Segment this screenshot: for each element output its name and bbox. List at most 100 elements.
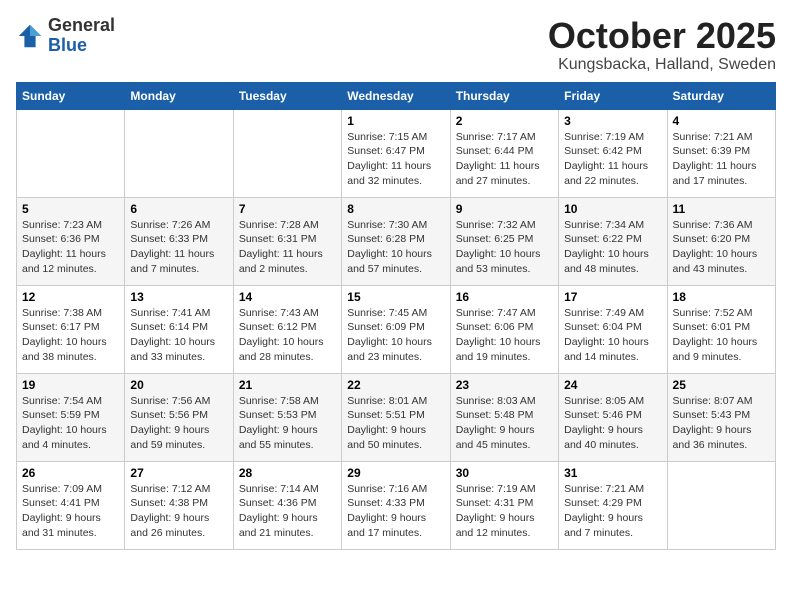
calendar-cell [233,109,341,197]
day-info: Sunrise: 8:07 AMSunset: 5:43 PMDaylight:… [673,394,770,453]
weekday-header-wednesday: Wednesday [342,82,450,109]
calendar-cell [17,109,125,197]
calendar-cell: 14 Sunrise: 7:43 AMSunset: 6:12 PMDayligh… [233,285,341,373]
day-info: Sunrise: 8:01 AMSunset: 5:51 PMDaylight:… [347,394,444,453]
month-title: October 2025 [548,16,776,56]
calendar-cell: 16 Sunrise: 7:47 AMSunset: 6:06 PMDayligh… [450,285,558,373]
day-number: 11 [673,202,770,216]
calendar-cell: 13 Sunrise: 7:41 AMSunset: 6:14 PMDayligh… [125,285,233,373]
day-info: Sunrise: 8:03 AMSunset: 5:48 PMDaylight:… [456,394,553,453]
day-number: 3 [564,114,661,128]
logo: General Blue [16,16,115,56]
day-number: 12 [22,290,119,304]
day-number: 16 [456,290,553,304]
day-info: Sunrise: 7:14 AMSunset: 4:36 PMDaylight:… [239,482,336,541]
day-info: Sunrise: 7:17 AMSunset: 6:44 PMDaylight:… [456,130,553,189]
day-number: 28 [239,466,336,480]
day-info: Sunrise: 7:54 AMSunset: 5:59 PMDaylight:… [22,394,119,453]
calendar-cell: 27Sunrise: 7:12 AMSunset: 4:38 PMDayligh… [125,461,233,549]
day-info: Sunrise: 7:41 AMSunset: 6:14 PMDaylight:… [130,306,227,365]
calendar-cell: 5Sunrise: 7:23 AMSunset: 6:36 PMDaylight… [17,197,125,285]
weekday-header-saturday: Saturday [667,82,775,109]
calendar-cell: 3 Sunrise: 7:19 AMSunset: 6:42 PMDaylight… [559,109,667,197]
day-number: 18 [673,290,770,304]
calendar-cell: 24 Sunrise: 8:05 AMSunset: 5:46 PMDayligh… [559,373,667,461]
weekday-header-monday: Monday [125,82,233,109]
day-number: 4 [673,114,770,128]
day-info: Sunrise: 7:19 AMSunset: 4:31 PMDaylight:… [456,482,553,541]
day-info: Sunrise: 8:05 AMSunset: 5:46 PMDaylight:… [564,394,661,453]
weekday-header-tuesday: Tuesday [233,82,341,109]
day-number: 7 [239,202,336,216]
page-header: General Blue October 2025 Kungsbacka, Ha… [16,16,776,74]
calendar-cell: 28 Sunrise: 7:14 AMSunset: 4:36 PMDayligh… [233,461,341,549]
weekday-header-thursday: Thursday [450,82,558,109]
day-info: Sunrise: 7:47 AMSunset: 6:06 PMDaylight:… [456,306,553,365]
calendar-cell: 31 Sunrise: 7:21 AMSunset: 4:29 PMDayligh… [559,461,667,549]
calendar-cell [125,109,233,197]
day-number: 9 [456,202,553,216]
title-block: October 2025 Kungsbacka, Halland, Sweden [548,16,776,74]
calendar-cell: 26 Sunrise: 7:09 AMSunset: 4:41 PMDayligh… [17,461,125,549]
logo-icon [16,22,44,50]
day-number: 17 [564,290,661,304]
day-info: Sunrise: 7:21 AMSunset: 4:29 PMDaylight:… [564,482,661,541]
weekday-header-sunday: Sunday [17,82,125,109]
day-number: 21 [239,378,336,392]
calendar-cell: 12 Sunrise: 7:38 AMSunset: 6:17 PMDayligh… [17,285,125,373]
calendar-cell: 19 Sunrise: 7:54 AMSunset: 5:59 PMDayligh… [17,373,125,461]
day-number: 31 [564,466,661,480]
day-number: 15 [347,290,444,304]
day-info: Sunrise: 7:56 AMSunset: 5:56 PMDaylight:… [130,394,227,453]
day-number: 14 [239,290,336,304]
day-number: 23 [456,378,553,392]
calendar-table: SundayMondayTuesdayWednesdayThursdayFrid… [16,82,776,550]
calendar-cell: 29Sunrise: 7:16 AMSunset: 4:33 PMDayligh… [342,461,450,549]
calendar-week-row: 5Sunrise: 7:23 AMSunset: 6:36 PMDaylight… [17,197,776,285]
day-info: Sunrise: 7:19 AMSunset: 6:42 PMDaylight:… [564,130,661,189]
calendar-cell: 11Sunrise: 7:36 AMSunset: 6:20 PMDayligh… [667,197,775,285]
day-number: 22 [347,378,444,392]
calendar-cell: 30 Sunrise: 7:19 AMSunset: 4:31 PMDayligh… [450,461,558,549]
calendar-cell: 17 Sunrise: 7:49 AMSunset: 6:04 PMDayligh… [559,285,667,373]
day-number: 13 [130,290,227,304]
day-number: 30 [456,466,553,480]
calendar-week-row: 12 Sunrise: 7:38 AMSunset: 6:17 PMDayligh… [17,285,776,373]
day-info: Sunrise: 7:34 AMSunset: 6:22 PMDaylight:… [564,218,661,277]
calendar-cell: 8Sunrise: 7:30 AMSunset: 6:28 PMDaylight… [342,197,450,285]
calendar-cell: 4 Sunrise: 7:21 AMSunset: 6:39 PMDaylight… [667,109,775,197]
day-number: 26 [22,466,119,480]
calendar-cell: 1 Sunrise: 7:15 AMSunset: 6:47 PMDaylight… [342,109,450,197]
day-info: Sunrise: 7:32 AMSunset: 6:25 PMDaylight:… [456,218,553,277]
day-info: Sunrise: 7:38 AMSunset: 6:17 PMDaylight:… [22,306,119,365]
calendar-cell: 21 Sunrise: 7:58 AMSunset: 5:53 PMDayligh… [233,373,341,461]
day-info: Sunrise: 7:28 AMSunset: 6:31 PMDaylight:… [239,218,336,277]
day-number: 10 [564,202,661,216]
calendar-cell: 18 Sunrise: 7:52 AMSunset: 6:01 PMDayligh… [667,285,775,373]
logo-text: General Blue [48,16,115,56]
day-info: Sunrise: 7:16 AMSunset: 4:33 PMDaylight:… [347,482,444,541]
day-info: Sunrise: 7:45 AMSunset: 6:09 PMDaylight:… [347,306,444,365]
day-info: Sunrise: 7:15 AMSunset: 6:47 PMDaylight:… [347,130,444,189]
day-number: 19 [22,378,119,392]
day-info: Sunrise: 7:21 AMSunset: 6:39 PMDaylight:… [673,130,770,189]
calendar-cell: 15 Sunrise: 7:45 AMSunset: 6:09 PMDayligh… [342,285,450,373]
day-number: 2 [456,114,553,128]
day-number: 24 [564,378,661,392]
calendar-cell: 6Sunrise: 7:26 AMSunset: 6:33 PMDaylight… [125,197,233,285]
calendar-cell: 2 Sunrise: 7:17 AMSunset: 6:44 PMDaylight… [450,109,558,197]
day-info: Sunrise: 7:52 AMSunset: 6:01 PMDaylight:… [673,306,770,365]
calendar-week-row: 1 Sunrise: 7:15 AMSunset: 6:47 PMDaylight… [17,109,776,197]
day-info: Sunrise: 7:09 AMSunset: 4:41 PMDaylight:… [22,482,119,541]
day-info: Sunrise: 7:49 AMSunset: 6:04 PMDaylight:… [564,306,661,365]
day-info: Sunrise: 7:23 AMSunset: 6:36 PMDaylight:… [22,218,119,277]
calendar-cell: 23 Sunrise: 8:03 AMSunset: 5:48 PMDayligh… [450,373,558,461]
day-number: 27 [130,466,227,480]
day-info: Sunrise: 7:58 AMSunset: 5:53 PMDaylight:… [239,394,336,453]
location: Kungsbacka, Halland, Sweden [548,56,776,74]
calendar-cell: 22 Sunrise: 8:01 AMSunset: 5:51 PMDayligh… [342,373,450,461]
calendar-week-row: 26 Sunrise: 7:09 AMSunset: 4:41 PMDayligh… [17,461,776,549]
day-info: Sunrise: 7:30 AMSunset: 6:28 PMDaylight:… [347,218,444,277]
day-info: Sunrise: 7:43 AMSunset: 6:12 PMDaylight:… [239,306,336,365]
day-number: 1 [347,114,444,128]
